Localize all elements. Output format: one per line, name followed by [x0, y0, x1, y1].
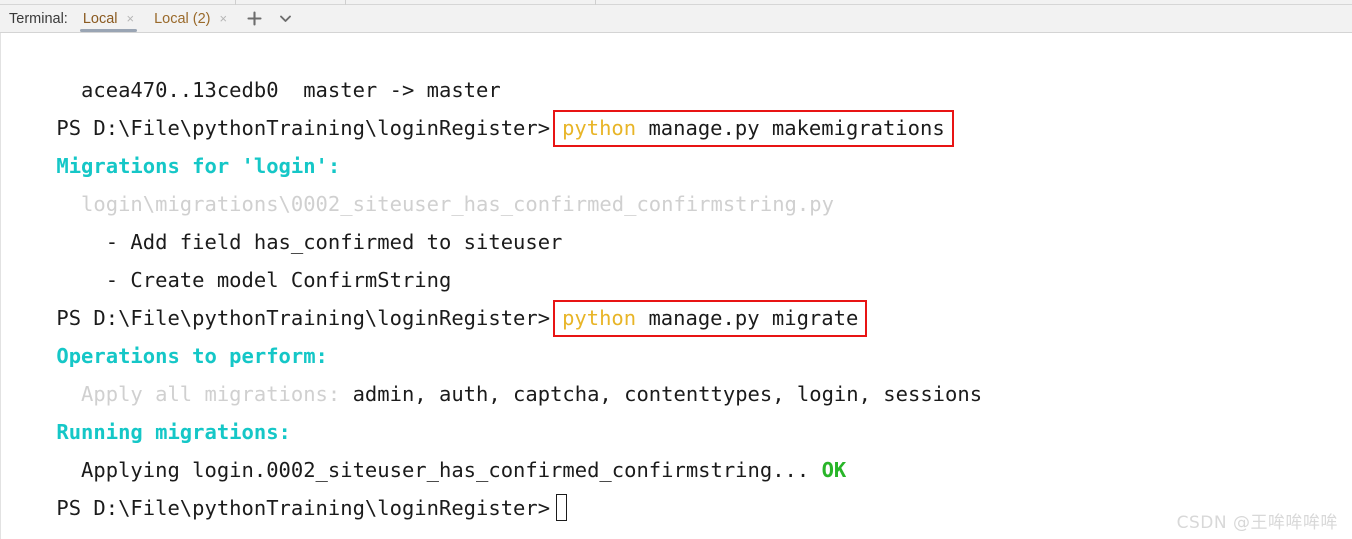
close-icon[interactable]: ×: [220, 12, 228, 25]
text-cursor[interactable]: [556, 493, 568, 521]
tab-local-2-label: Local (2): [154, 10, 211, 27]
terminal-line-prompt-2: PS D:\File\pythonTraining\loginRegister>…: [1, 261, 1352, 337]
csdn-watermark: CSDN @王哞哞哞哞: [1176, 513, 1338, 533]
tab-local[interactable]: Local ×: [72, 5, 143, 33]
terminal-line-prompt-3[interactable]: PS D:\File\pythonTraining\loginRegister>: [1, 451, 1352, 521]
terminal-line-applying: Applying login.0002_siteuser_has_confirm…: [1, 413, 1352, 482]
terminal-line-create-model: - Create model ConfirmString: [1, 223, 1352, 292]
terminal-line-prompt-1: PS D:\File\pythonTraining\loginRegister>…: [1, 71, 1352, 147]
terminal-line-migrations-for: Migrations for 'login':: [1, 109, 1352, 178]
terminal-line-migration-file: login\migrations\0002_siteuser_has_confi…: [1, 147, 1352, 216]
terminal-line-apply-all: Apply all migrations: admin, auth, captc…: [1, 337, 1352, 406]
active-tab-underline: [79, 28, 138, 32]
tab-local-label: Local: [82, 10, 118, 27]
terminal-output[interactable]: acea470..13cedb0 master -> master PS D:\…: [0, 33, 1352, 539]
terminal-line-running-header: Running migrations:: [1, 375, 1352, 444]
tab-options-button[interactable]: [272, 6, 298, 32]
terminal-line-operations-header: Operations to perform:: [1, 299, 1352, 368]
prompt-text: PS D:\File\pythonTraining\loginRegister>: [56, 496, 551, 520]
terminal-panel-label: Terminal:: [9, 10, 68, 27]
terminal-line-push-result: acea470..13cedb0 master -> master: [1, 33, 1352, 102]
terminal-line-add-field: - Add field has_confirmed to siteuser: [1, 185, 1352, 254]
add-tab-button[interactable]: [241, 6, 267, 32]
close-icon[interactable]: ×: [127, 12, 135, 25]
tab-local-2[interactable]: Local (2) ×: [143, 5, 236, 33]
chevron-down-icon: [277, 10, 294, 27]
terminal-tab-bar: Terminal: Local × Local (2) ×: [0, 5, 1352, 33]
plus-icon: [246, 10, 263, 27]
